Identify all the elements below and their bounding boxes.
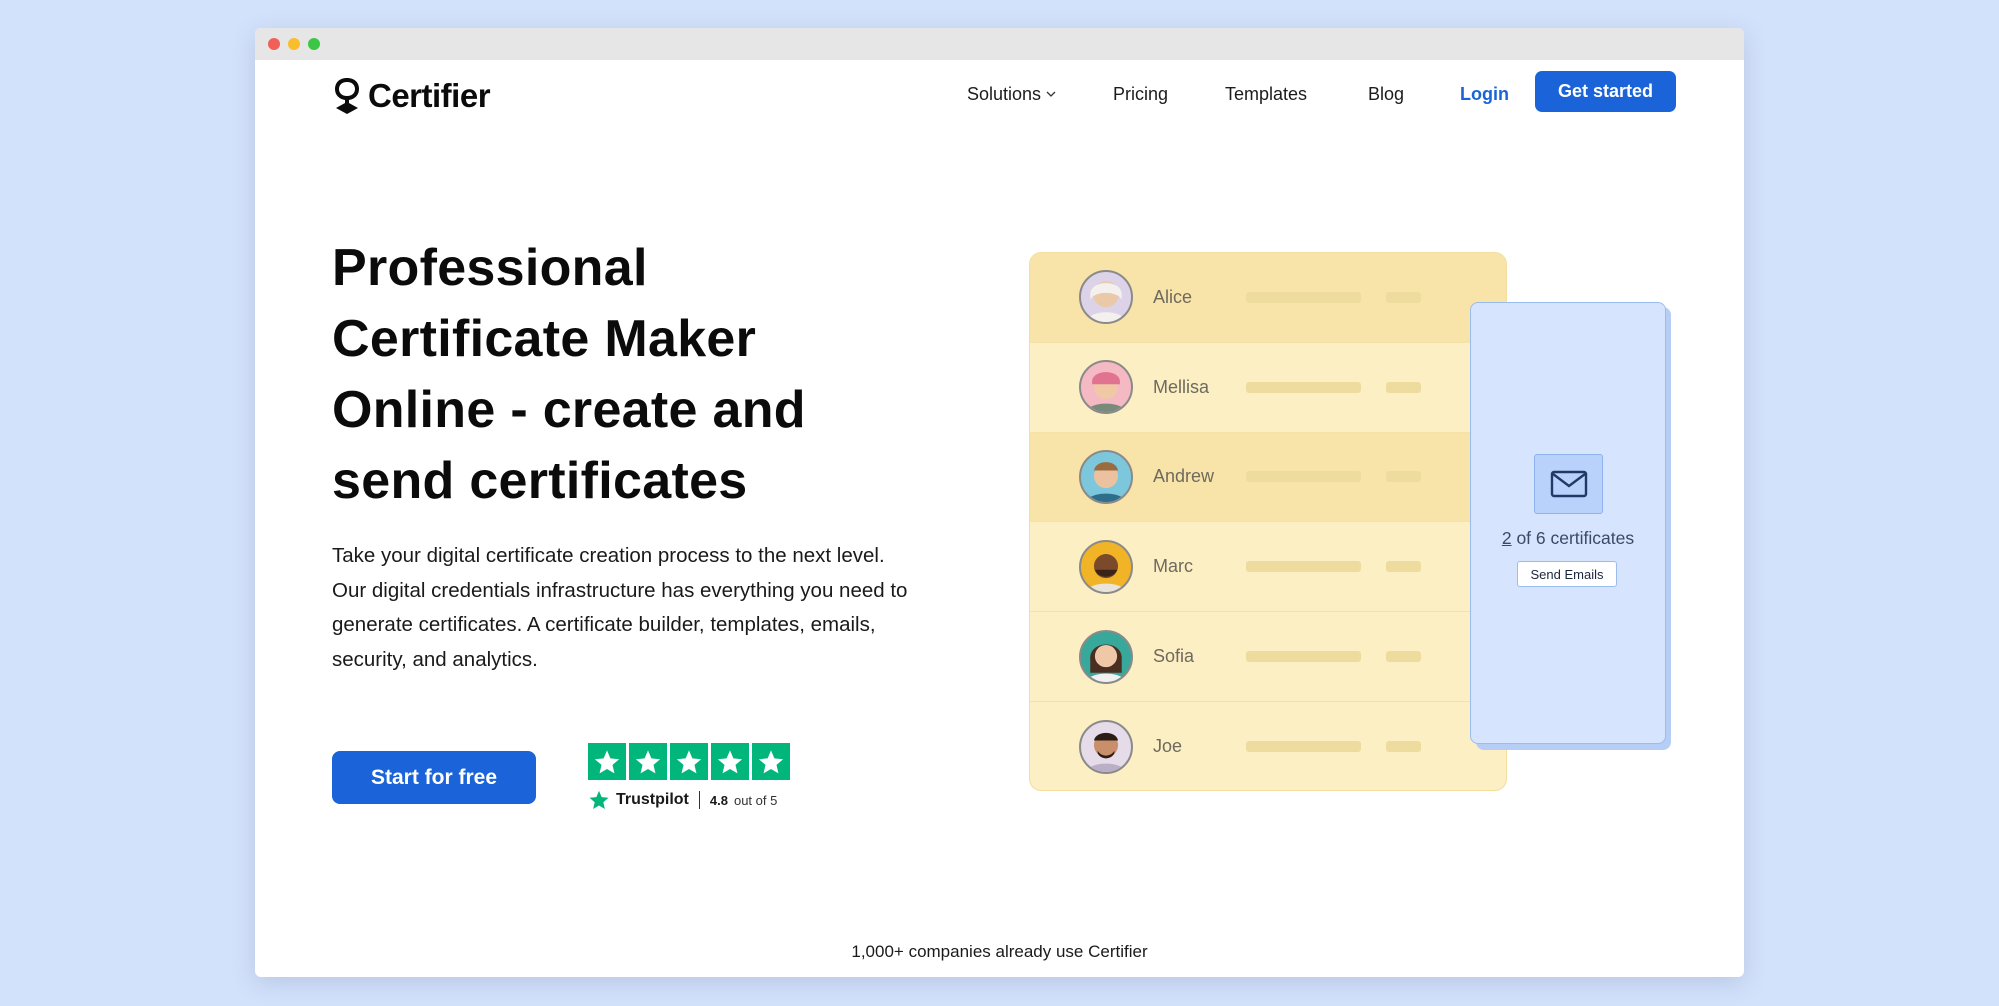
trustpilot-stars[interactable] — [588, 743, 790, 780]
trustpilot-rating[interactable]: Trustpilot 4.8 out of 5 — [588, 788, 777, 812]
list-item: Marc — [1030, 522, 1506, 613]
recipient-name: Mellisa — [1153, 376, 1210, 397]
headline-line: Professional — [332, 239, 648, 297]
recipient-name: Andrew — [1153, 466, 1215, 487]
placeholder-bar — [1386, 471, 1421, 483]
placeholder-bar — [1386, 561, 1421, 573]
recipient-list: Alice Mellisa Andrew Marc Sofia Joe — [1029, 252, 1507, 791]
certifier-logo-icon — [335, 78, 359, 114]
list-item: Alice — [1030, 253, 1506, 343]
placeholder-bar — [1246, 561, 1361, 573]
trustpilot-out-of: out of 5 — [733, 792, 778, 808]
nav-pricing[interactable]: Pricing — [1113, 84, 1168, 105]
login-link[interactable]: Login — [1460, 84, 1509, 105]
mail-icon-box — [1534, 454, 1603, 514]
recipient-name: Sofia — [1153, 646, 1195, 667]
certificate-current: 2 — [1501, 528, 1512, 548]
nav-solutions-label: Solutions — [967, 84, 1042, 104]
star-icon — [711, 743, 749, 780]
divider — [698, 791, 700, 809]
certifier-logo[interactable]: Certifier — [332, 74, 491, 118]
send-emails-button[interactable]: Send Emails — [1517, 561, 1617, 587]
nav-blog[interactable]: Blog — [1368, 84, 1404, 105]
placeholder-bar — [1386, 651, 1421, 663]
certificate-count-suffix: of 6 certificates — [1511, 528, 1635, 548]
avatar — [1079, 360, 1133, 415]
star-icon — [629, 743, 667, 780]
placeholder-bar — [1246, 651, 1361, 663]
companies-tagline: 1,000+ companies already use Certifier — [851, 942, 1148, 961]
placeholder-bar — [1386, 291, 1421, 303]
close-window-button[interactable] — [268, 38, 280, 50]
trustpilot-star-icon — [589, 790, 609, 809]
window-titlebar — [255, 28, 1744, 60]
avatar — [1079, 539, 1133, 594]
browser-window: Certifier Solutions Pricing Templates Bl… — [255, 28, 1744, 977]
star-icon — [670, 743, 708, 780]
headline-line: Online - create and — [332, 381, 806, 439]
placeholder-bar — [1386, 741, 1421, 753]
placeholder-bar — [1246, 291, 1361, 303]
hero-headline: Professional Certificate Maker Online - … — [332, 233, 892, 517]
placeholder-bar — [1246, 471, 1361, 483]
placeholder-bar — [1246, 381, 1361, 393]
recipient-name: Marc — [1153, 556, 1193, 577]
star-icon — [752, 743, 790, 780]
chevron-down-icon — [1046, 91, 1056, 97]
avatar — [1079, 719, 1133, 774]
placeholder-bar — [1246, 741, 1361, 753]
get-started-button[interactable]: Get started — [1535, 71, 1676, 112]
list-item: Joe — [1030, 702, 1506, 790]
maximize-window-button[interactable] — [308, 38, 320, 50]
trustpilot-score: 4.8 — [709, 792, 728, 808]
headline-line: Certificate Maker — [332, 310, 757, 368]
list-item: Andrew — [1030, 432, 1506, 523]
star-icon — [588, 743, 626, 780]
nav-solutions[interactable]: Solutions — [967, 84, 1056, 105]
minimize-window-button[interactable] — [288, 38, 300, 50]
avatar — [1079, 629, 1133, 684]
list-item: Sofia — [1030, 612, 1506, 702]
avatar — [1079, 270, 1133, 325]
envelope-icon — [1550, 470, 1587, 498]
recipient-name: Joe — [1153, 736, 1183, 757]
hero-description: Take your digital certificate creation p… — [332, 544, 908, 671]
top-navigation: Certifier Solutions Pricing Templates Bl… — [255, 60, 1744, 130]
certificate-progress: 2 of 6 certificates — [1471, 528, 1665, 549]
logo-text: Certifier — [368, 77, 491, 114]
start-for-free-button[interactable]: Start for free — [332, 751, 536, 804]
recipient-name: Alice — [1153, 286, 1193, 307]
headline-line: send certificates — [332, 452, 748, 510]
list-item: Mellisa — [1030, 343, 1506, 433]
nav-templates[interactable]: Templates — [1225, 84, 1307, 105]
avatar — [1079, 449, 1133, 504]
trustpilot-brand: Trustpilot — [616, 791, 689, 808]
email-panel: 2 of 6 certificates Send Emails — [1470, 302, 1666, 744]
placeholder-bar — [1386, 381, 1421, 393]
